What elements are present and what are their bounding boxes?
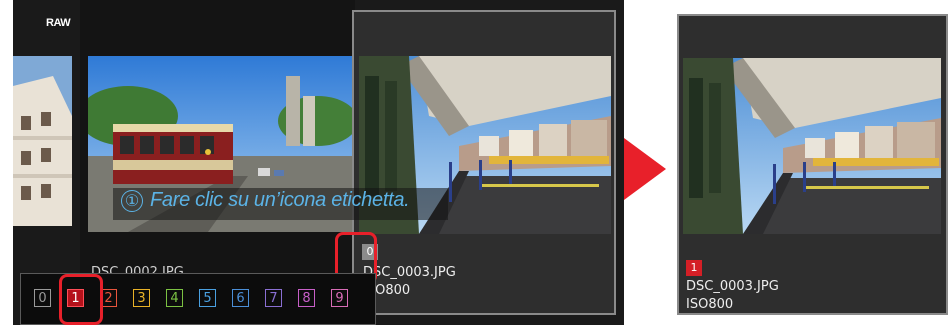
label-badge-1: 1 — [686, 260, 702, 276]
result-thumbnail-street — [683, 58, 941, 234]
raw-badge: RAW — [46, 17, 71, 29]
label-button-7[interactable]: 7 — [265, 289, 282, 307]
step-number: ① — [121, 190, 143, 212]
instruction-text: Fare clic su un’icona etichetta. — [150, 189, 410, 211]
label-button-9[interactable]: 9 — [331, 289, 348, 307]
callout-highlight-label-1 — [59, 274, 103, 325]
thumbnail-previous[interactable] — [13, 56, 72, 226]
result-filename: DSC_0003.JPG — [686, 279, 779, 294]
street-photo-result — [683, 58, 941, 234]
arrow-right-icon — [624, 138, 666, 200]
label-button-0[interactable]: 0 — [34, 289, 51, 307]
building-photo — [13, 56, 72, 226]
label-button-5[interactable]: 5 — [199, 289, 216, 307]
label-button-8[interactable]: 8 — [298, 289, 315, 307]
label-button-3[interactable]: 3 — [133, 289, 150, 307]
label-button-6[interactable]: 6 — [232, 289, 249, 307]
label-button-4[interactable]: 4 — [166, 289, 183, 307]
result-iso: ISO800 — [686, 297, 734, 312]
